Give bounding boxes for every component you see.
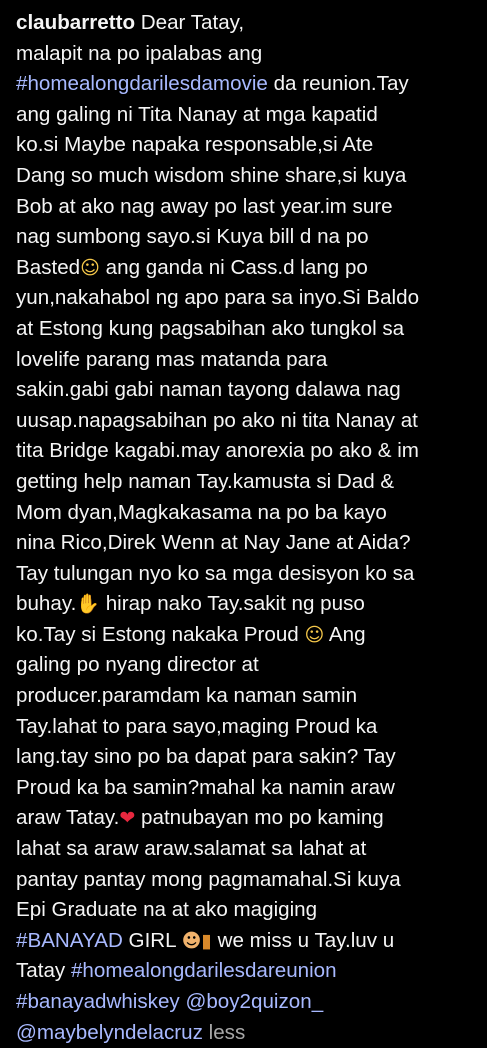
caption-line: ang galing ni Tita Nanay at mga kapatid <box>16 102 378 126</box>
holding-back-tears-emoji-icon: ☺ <box>304 623 325 646</box>
caption-line: at Estong kung pagsabihan ako tungkol sa <box>16 316 405 340</box>
caption-line: getting help naman Tay.kamusta si Dad & <box>16 469 395 493</box>
caption-line: buhay.✋ hirap nako Tay.sakit ng puso <box>16 589 484 620</box>
caption-text: Ang <box>324 622 366 646</box>
caption-line: ko.si Maybe napaka responsable,si Ate <box>16 133 374 157</box>
caption-line: lovelife parang mas matanda para <box>16 347 328 371</box>
caption-text: buhay. <box>16 592 77 616</box>
caption-line: Basted☺ ang ganda ni Cass.d lang po <box>16 253 484 284</box>
hashtag-link[interactable]: #homealongdarilesdareunion <box>71 959 337 982</box>
caption-line: #BANAYAD GIRL ☻▮ we miss u Tay.luv u <box>16 926 484 957</box>
caption-line: lahat sa araw araw.salamat sa lahat at <box>16 837 367 861</box>
caption-line: yun,nakahabol ng apo para sa inyo.Si Bal… <box>16 286 420 310</box>
praying-hands-emoji-icon: ✋ <box>76 593 100 616</box>
caption-line: galing po nyang director at <box>16 653 259 677</box>
caption-text: araw Tatay. <box>16 806 120 830</box>
caption-line: producer.paramdam ka naman samin <box>16 684 358 708</box>
caption-line: malapit na po ipalabas ang <box>16 41 263 65</box>
caption-text: hirap nako Tay.sakit ng puso <box>99 592 365 616</box>
caption-line: tita Bridge kagabi.may anorexia po ako &… <box>16 439 419 463</box>
caption-text: Basted <box>16 255 81 279</box>
caption-line: pantay pantay mong pagmamahal.Si kuya <box>16 867 401 891</box>
caption-line: lang.tay sino po ba dapat para sakin? Ta… <box>16 745 396 769</box>
caption-line: #homealongdarilesdamovie da reunion.Tay <box>16 69 484 100</box>
caption-text: Tatay <box>16 959 71 983</box>
username-link[interactable]: claubarretto <box>16 11 135 34</box>
caption-line: Tay.lahat to para sayo,maging Proud ka <box>16 714 378 738</box>
caption-text: we miss u Tay.luv u <box>211 928 395 952</box>
less-button[interactable]: less <box>209 1021 246 1044</box>
caption-line: araw Tatay.❤ patnubayan mo po kaming <box>16 803 484 834</box>
caption-line: uusap.napagsabihan po ako ni tita Nanay … <box>16 408 418 432</box>
caption-line: nag sumbong sayo.si Kuya bill d na po <box>16 225 369 249</box>
hashtag-link[interactable]: #BANAYAD <box>16 929 123 952</box>
caption-line: claubarretto Dear Tatay, <box>16 8 484 39</box>
caption-line: @maybelyndelacruz less <box>16 1018 484 1048</box>
caption-line: #banayadwhiskey @boy2quizon_ <box>16 987 484 1018</box>
caption-line: Proud ka ba samin?mahal ka namin araw <box>16 775 395 799</box>
caption-line: ko.Tay si Estong nakaka Proud ☺ Ang <box>16 620 484 651</box>
caption-text: Dear Tatay, <box>135 11 245 34</box>
caption-line: nina Rico,Direk Wenn at Nay Jane at Aida… <box>16 531 411 555</box>
caption-line: Tay tulungan nyo ko sa mga desisyon ko s… <box>16 561 415 585</box>
caption-line: Mom dyan,Magkakasama na po ba kayo <box>16 500 387 524</box>
tumbler-glass-emoji-icon: ▮ <box>201 929 212 952</box>
red-heart-emoji-icon: ❤ <box>119 807 136 830</box>
caption-line: Bob at ako nag away po last year.im sure <box>16 194 393 218</box>
caption-line: sakin.gabi gabi naman tayong dalawa nag <box>16 378 401 402</box>
mention-link[interactable]: @boy2quizon_ <box>185 990 323 1013</box>
boy-emoji-icon: ☻ <box>181 929 202 952</box>
mention-link[interactable]: @maybelyndelacruz <box>16 1021 203 1044</box>
hashtag-link[interactable]: #homealongdarilesdamovie <box>16 72 268 95</box>
caption-line: Dang so much wisdom shine share,si kuya <box>16 163 407 187</box>
caption-line: Epi Graduate na at ako magiging <box>16 898 318 922</box>
post-caption: claubarretto Dear Tatay, malapit na po i… <box>16 8 484 1048</box>
caption-text: GIRL <box>122 928 182 952</box>
laughing-tears-emoji-icon: ☺ <box>80 256 100 279</box>
caption-text: patnubayan mo po kaming <box>135 806 384 830</box>
hashtag-link[interactable]: #banayadwhiskey <box>16 990 180 1013</box>
caption-text: da reunion.Tay <box>267 72 409 96</box>
caption-text: ko.Tay si Estong nakaka Proud <box>16 622 305 646</box>
caption-text: ang ganda ni Cass.d lang po <box>99 255 368 279</box>
caption-line: Tatay #homealongdarilesdareunion <box>16 956 484 987</box>
